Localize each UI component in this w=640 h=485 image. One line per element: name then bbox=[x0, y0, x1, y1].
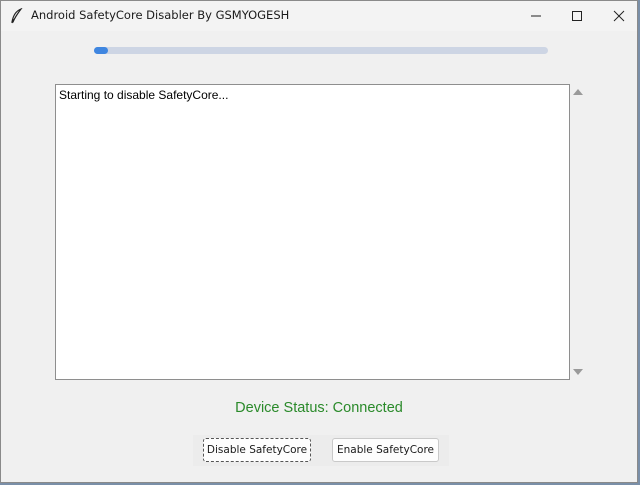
minimize-button[interactable] bbox=[514, 1, 558, 31]
device-status-label: Device Status: Connected bbox=[235, 400, 403, 416]
minimize-icon bbox=[531, 15, 541, 17]
arrow-down-icon[interactable] bbox=[573, 369, 583, 375]
progress-bar bbox=[94, 47, 548, 54]
progress-fill bbox=[94, 47, 108, 54]
action-buttons: Disable SafetyCore Enable SafetyCore bbox=[193, 435, 449, 466]
app-window: Android SafetyCore Disabler By GSMYOGESH… bbox=[0, 0, 638, 483]
arrow-up-icon[interactable] bbox=[573, 89, 583, 95]
enable-safetycore-button[interactable]: Enable SafetyCore bbox=[332, 438, 439, 462]
log-line: Starting to disable SafetyCore... bbox=[59, 88, 229, 102]
title-bar[interactable]: Android SafetyCore Disabler By GSMYOGESH bbox=[1, 1, 637, 31]
feather-icon bbox=[11, 8, 23, 24]
window-title: Android SafetyCore Disabler By GSMYOGESH bbox=[31, 8, 290, 22]
close-button[interactable] bbox=[597, 1, 640, 31]
close-icon bbox=[613, 10, 625, 22]
maximize-icon bbox=[572, 11, 582, 21]
log-textbox[interactable]: Starting to disable SafetyCore... bbox=[55, 84, 570, 380]
maximize-button[interactable] bbox=[555, 1, 599, 31]
log-scrollbar[interactable] bbox=[570, 84, 586, 380]
disable-safetycore-button[interactable]: Disable SafetyCore bbox=[203, 438, 311, 462]
